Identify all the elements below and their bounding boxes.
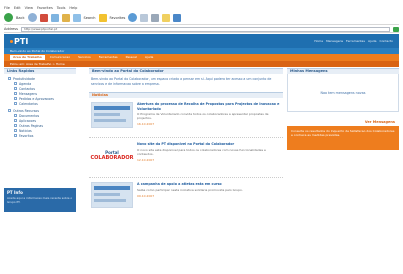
news-thumbnail[interactable] bbox=[91, 182, 133, 208]
top-link-home[interactable]: Home bbox=[314, 39, 323, 43]
menu-tools[interactable]: Tools bbox=[57, 6, 66, 10]
news-date: 09.10.2007 bbox=[137, 193, 155, 198]
news-thumbnail[interactable] bbox=[91, 102, 133, 128]
expand-icon bbox=[8, 109, 11, 112]
link-icon bbox=[14, 97, 17, 100]
news-summary: O Programa de Voluntariado convida todos… bbox=[137, 112, 269, 120]
search-label[interactable]: Search bbox=[84, 16, 96, 20]
link-icon bbox=[14, 134, 17, 137]
main-content: Bem-vindo ao Portal do Colaborador Bem-v… bbox=[89, 68, 283, 218]
right-sidebar: Minhas Mensagens Nao tem mensagens novas… bbox=[287, 68, 399, 150]
link-icon bbox=[14, 92, 17, 95]
mail-icon[interactable] bbox=[140, 13, 149, 22]
forward-icon[interactable] bbox=[27, 13, 37, 22]
top-link-contact[interactable]: Contacto bbox=[379, 39, 393, 43]
welcome-text: Bem-vindo ao Portal do Colaborador, um e… bbox=[91, 77, 272, 86]
news-date: 16.10.2007 bbox=[137, 122, 155, 126]
news-item: Portal COLABORADOR Novo site da PT dispo… bbox=[89, 138, 283, 178]
news-item: Abertura do processo de Recolha de Propo… bbox=[89, 98, 283, 138]
favorites-label[interactable]: Favorites bbox=[110, 16, 126, 20]
link-icon bbox=[14, 119, 17, 122]
back-label[interactable]: Back bbox=[16, 16, 25, 20]
menu-view[interactable]: View bbox=[25, 6, 33, 10]
folder-icon[interactable] bbox=[162, 13, 171, 22]
top-links: Home Mensagens Ferramentas Ajuda Contact… bbox=[314, 39, 393, 43]
pt-info-text: Aceda aqui a informacao mais recente sob… bbox=[7, 196, 73, 204]
messenger-icon[interactable] bbox=[173, 13, 182, 22]
link-icon bbox=[14, 102, 17, 105]
breadcrumb: Estou em: Area de Trabalho > Home bbox=[4, 61, 399, 67]
tab-ajuda[interactable]: Ajuda bbox=[142, 55, 157, 60]
quick-links-tree: Produtividade Agenda Contactos Mensagens… bbox=[4, 74, 76, 140]
news-headline[interactable]: A campanha de apoio a atletas esta em cu… bbox=[137, 182, 281, 187]
browser-toolbar: Back Search Favorites bbox=[4, 11, 399, 25]
site-header: PTI Home Mensagens Ferramentas Ajuda Con… bbox=[4, 34, 399, 48]
menu-favorites[interactable]: Favorites bbox=[37, 6, 53, 10]
top-link-tools[interactable]: Ferramentas bbox=[346, 39, 365, 43]
news-summary: Saiba como participar nesta iniciativa s… bbox=[137, 187, 243, 192]
news-summary: O novo site esta disponivel para todos o… bbox=[137, 147, 266, 156]
menu-file[interactable]: File bbox=[4, 6, 10, 10]
tab-ferramentas[interactable]: Ferramentas bbox=[96, 55, 121, 60]
tab-comunicacao[interactable]: Comunicacao bbox=[47, 55, 73, 60]
link-icon bbox=[14, 129, 17, 132]
link-icon bbox=[14, 87, 17, 90]
main-tabs: Area de Trabalho Comunicacao Servicos Fe… bbox=[4, 54, 399, 61]
refresh-icon[interactable] bbox=[50, 13, 59, 22]
top-link-help[interactable]: Ajuda bbox=[368, 39, 377, 43]
messages-empty-state: Nao tem mensagens novas bbox=[287, 74, 399, 112]
expand-icon bbox=[8, 77, 11, 80]
pt-info-title: PT Info bbox=[7, 190, 23, 195]
tab-pessoal[interactable]: Pessoal bbox=[123, 55, 140, 60]
print-icon[interactable] bbox=[151, 13, 160, 22]
survey-promo-banner[interactable]: Consulte os resultados do Inquerito de S… bbox=[287, 126, 399, 150]
tab-area-de-trabalho[interactable]: Area de Trabalho bbox=[10, 55, 45, 60]
left-sidebar: Links Rapidos Produtividade Agenda Conta… bbox=[4, 68, 76, 140]
address-input[interactable]: http://www.ptportal.pt bbox=[20, 26, 390, 32]
tree-item[interactable]: Calendarios bbox=[8, 101, 72, 106]
portal-colaborador-logo[interactable]: Portal COLABORADOR bbox=[91, 142, 134, 168]
history-icon[interactable] bbox=[128, 13, 138, 22]
tab-servicos[interactable]: Servicos bbox=[75, 55, 94, 60]
favorites-icon[interactable] bbox=[98, 13, 107, 22]
site-logo[interactable]: PTI bbox=[10, 37, 28, 46]
link-icon bbox=[14, 124, 17, 127]
go-icon[interactable] bbox=[393, 26, 399, 32]
logo-dot-icon bbox=[10, 39, 13, 43]
tree-item[interactable]: Favoritos bbox=[8, 133, 72, 138]
back-icon[interactable] bbox=[4, 13, 13, 22]
news-date: 12.10.2007 bbox=[137, 157, 155, 162]
home-icon[interactable] bbox=[61, 13, 70, 22]
view-messages-link[interactable]: Ver Mensagens bbox=[287, 120, 399, 124]
menu-help[interactable]: Help bbox=[69, 6, 77, 10]
address-label: Address bbox=[4, 27, 18, 31]
link-icon bbox=[14, 82, 17, 85]
news-headline[interactable]: Novo site da PT disponivel no Portal do … bbox=[137, 142, 281, 147]
news-item: A campanha de apoio a atletas esta em cu… bbox=[89, 178, 283, 218]
news-headline[interactable]: Abertura do processo de Recolha de Propo… bbox=[137, 102, 281, 111]
pt-info-box[interactable]: PT Info Aceda aqui a informacao mais rec… bbox=[4, 188, 76, 212]
stop-icon[interactable] bbox=[39, 13, 48, 22]
link-icon bbox=[14, 114, 17, 117]
menu-edit[interactable]: Edit bbox=[14, 6, 21, 10]
search-icon[interactable] bbox=[72, 13, 81, 22]
top-link-messages[interactable]: Mensagens bbox=[326, 39, 343, 43]
address-bar: Address http://www.ptportal.pt bbox=[4, 26, 399, 33]
